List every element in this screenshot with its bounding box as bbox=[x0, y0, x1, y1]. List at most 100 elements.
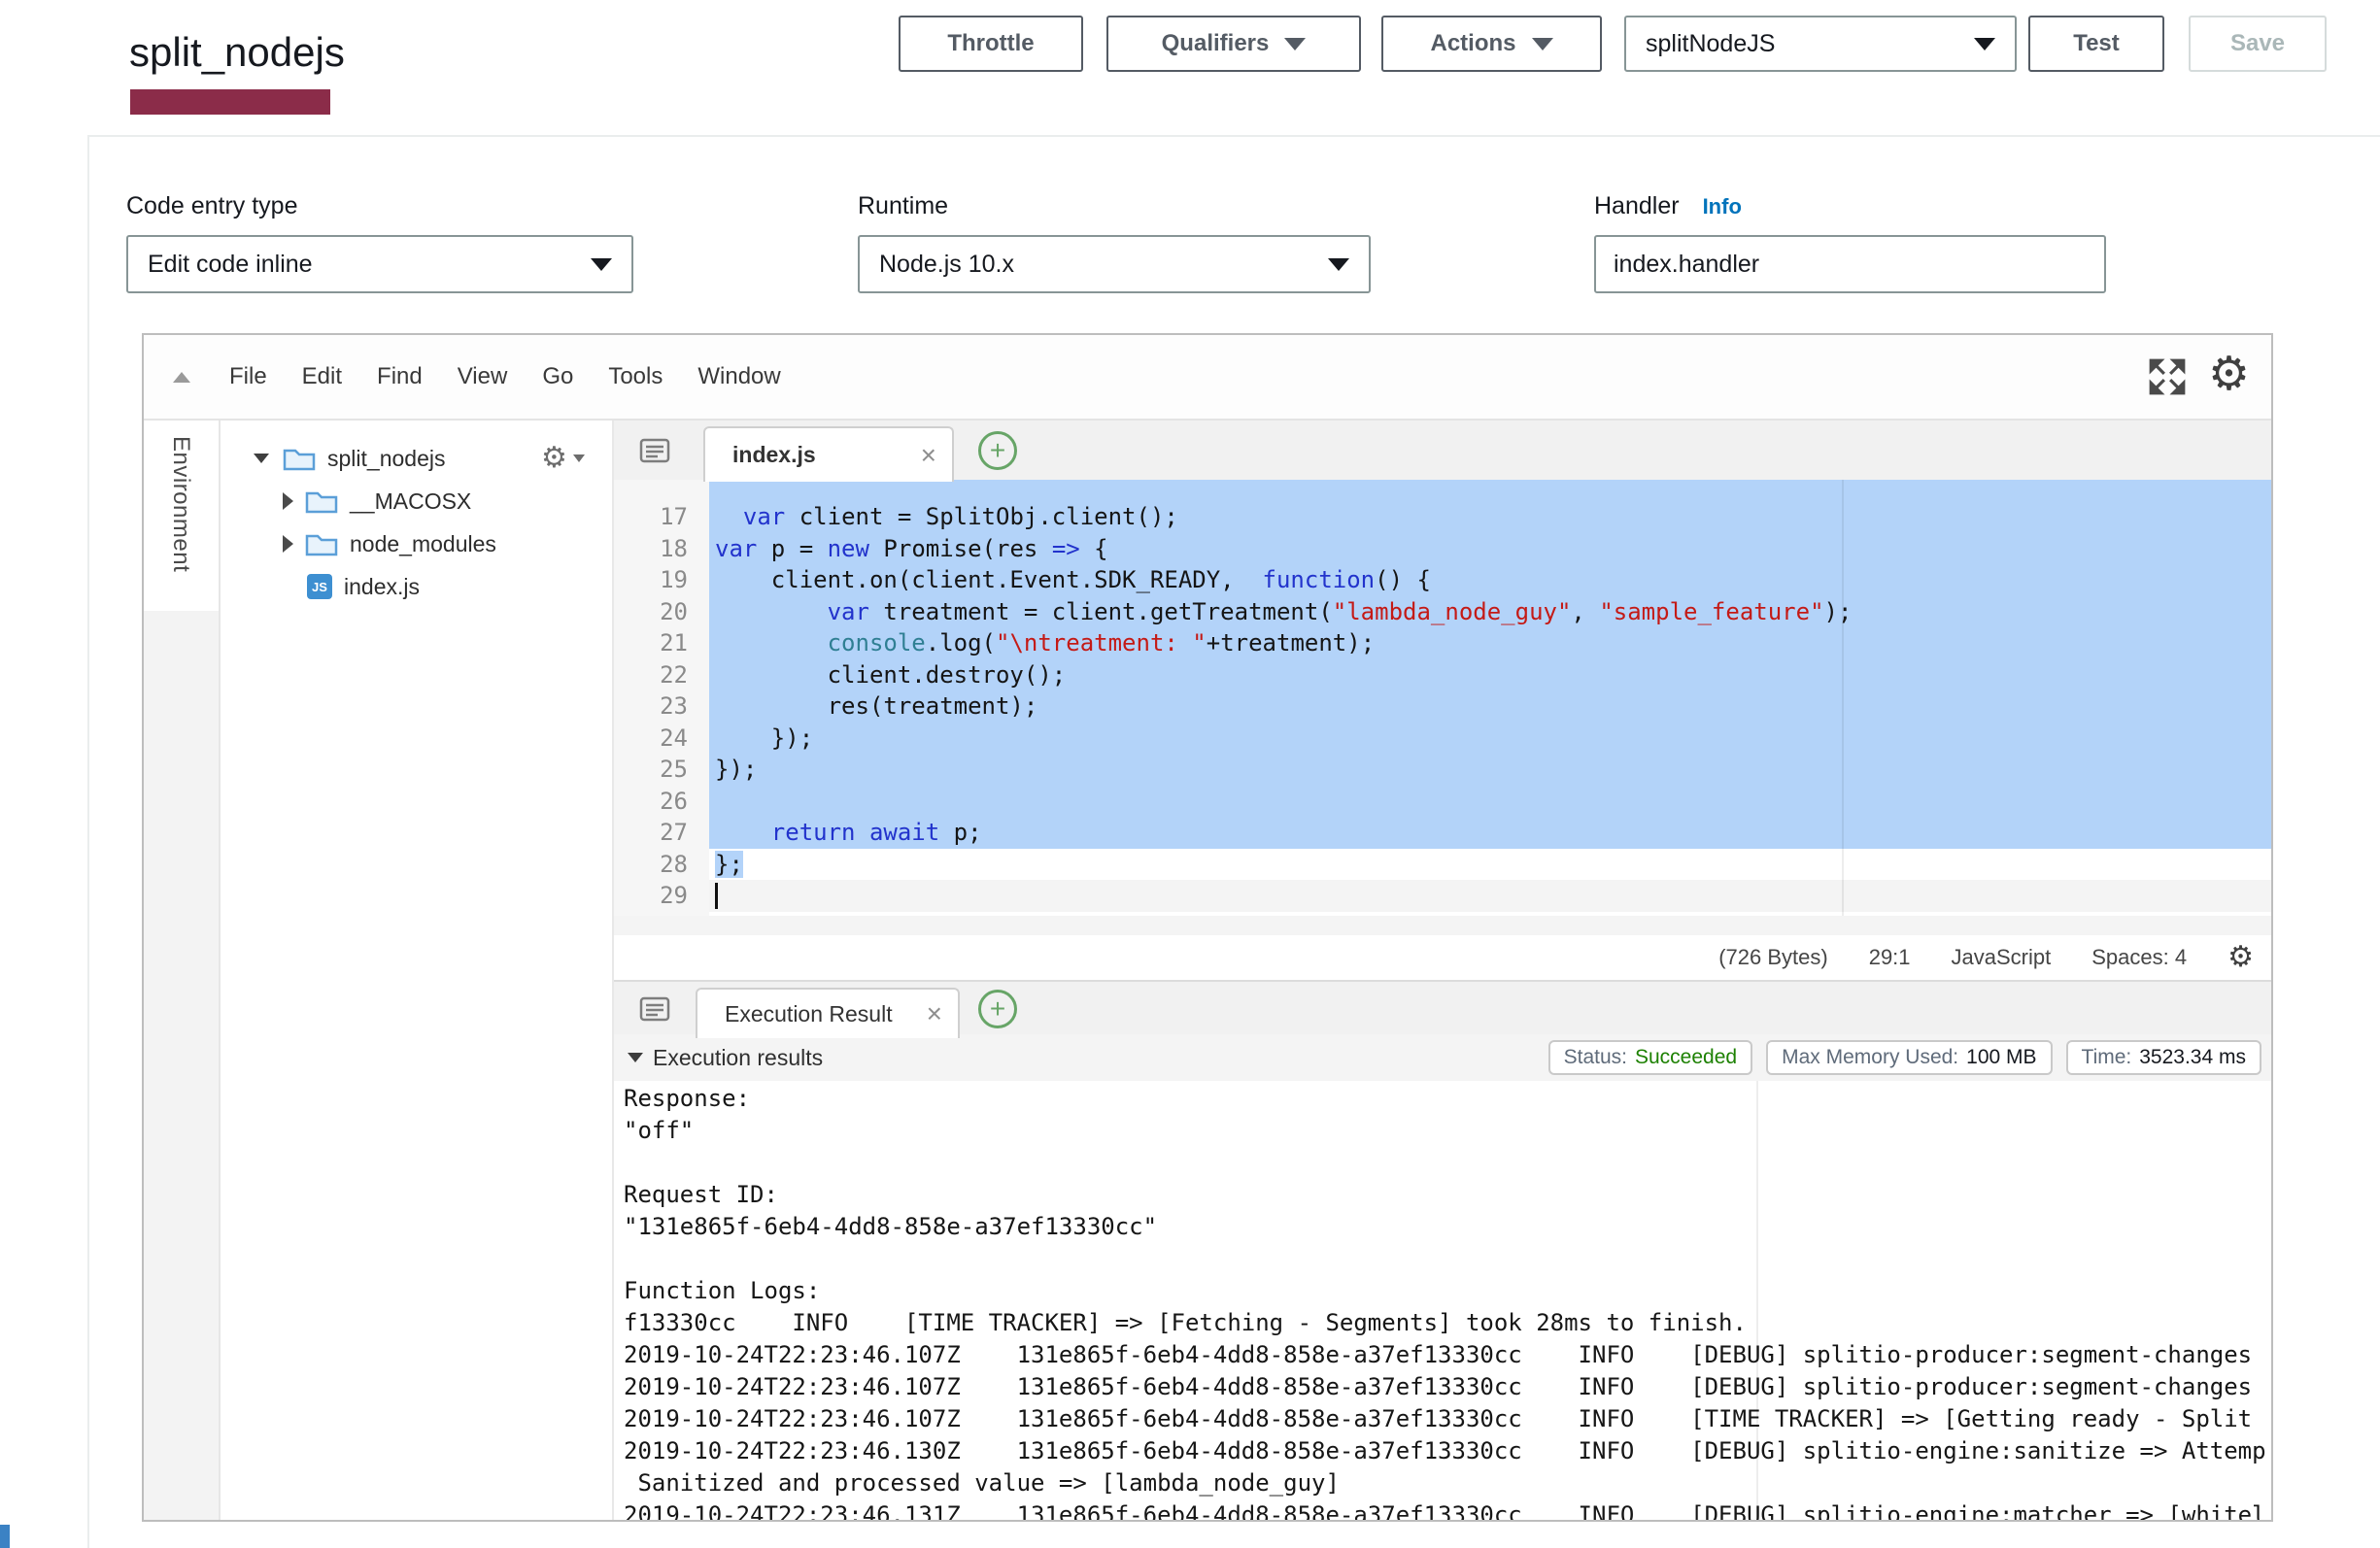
log-line: 2019-10-24T22:23:46.107Z 131e865f-6eb4-4… bbox=[614, 1371, 2271, 1403]
chevron-down-icon bbox=[1328, 258, 1349, 271]
folder-icon bbox=[305, 488, 338, 515]
spaces-status[interactable]: Spaces: 4 bbox=[2091, 945, 2187, 970]
page-title: split_nodejs bbox=[129, 29, 345, 76]
collapse-menu-icon[interactable] bbox=[173, 372, 190, 383]
tree-collapsed-icon[interactable] bbox=[283, 492, 293, 510]
code-line: res(treatment); bbox=[709, 690, 2271, 723]
tree-item-indexjs[interactable]: JS index.js bbox=[221, 565, 612, 608]
log-line: Sanitized and processed value => [lambda… bbox=[614, 1467, 2271, 1499]
menu-go[interactable]: Go bbox=[542, 363, 573, 390]
gutter-line-number[interactable]: 23 bbox=[660, 690, 688, 723]
gear-icon: ⚙ bbox=[541, 444, 567, 473]
tree-settings-control[interactable]: ⚙ bbox=[541, 444, 585, 473]
save-button[interactable]: Save bbox=[2189, 16, 2327, 72]
tree-item-split-nodejs[interactable]: split_nodejs ⚙ bbox=[221, 437, 612, 480]
runtime-select[interactable]: Node.js 10.x bbox=[858, 235, 1371, 293]
menu-window[interactable]: Window bbox=[697, 363, 780, 390]
code-line: client.on(client.Event.SDK_READY, functi… bbox=[709, 564, 2271, 596]
runtime-label: Runtime bbox=[858, 192, 948, 220]
editor-gutter: 17181920212223242526272829 bbox=[614, 480, 709, 916]
log-line: 2019-10-24T22:23:46.130Z 131e865f-6eb4-4… bbox=[614, 1435, 2271, 1467]
tree-collapsed-icon[interactable] bbox=[283, 535, 293, 553]
gutter-line-number[interactable]: 18 bbox=[660, 533, 688, 565]
new-tab-button[interactable]: + bbox=[978, 431, 1017, 470]
gutter-line-number[interactable]: 25 bbox=[660, 754, 688, 786]
tree-item-node-modules[interactable]: node_modules bbox=[221, 522, 612, 565]
menu-file[interactable]: File bbox=[229, 363, 267, 390]
code-line bbox=[709, 880, 2271, 912]
editor-settings-gear-icon[interactable]: ⚙ bbox=[2227, 943, 2254, 972]
handler-info-link[interactable]: Info bbox=[1703, 194, 1742, 219]
function-header: split_nodejs Throttle Qualifiers Actions… bbox=[0, 0, 2380, 89]
file-size-status[interactable]: (726 Bytes) bbox=[1718, 945, 1828, 970]
test-button[interactable]: Test bbox=[2028, 16, 2164, 72]
gutter-line-number[interactable]: 27 bbox=[660, 817, 688, 849]
ide-settings-gear-icon[interactable]: ⚙ bbox=[2208, 351, 2250, 397]
log-line: Response: bbox=[614, 1083, 2271, 1115]
new-tab-button[interactable]: + bbox=[978, 990, 1017, 1028]
horizontal-scrollbar[interactable] bbox=[614, 916, 2271, 935]
tree-item-label: split_nodejs bbox=[327, 446, 445, 472]
gutter-line-number[interactable]: 24 bbox=[660, 723, 688, 755]
code-entry-type-select[interactable]: Edit code inline bbox=[126, 235, 633, 293]
code-line: var p = new Promise(res => { bbox=[709, 533, 2271, 565]
memory-badge: Max Memory Used: 100 MB bbox=[1766, 1040, 2052, 1075]
log-line: "off" bbox=[614, 1115, 2271, 1147]
lambda-console: split_nodejs Throttle Qualifiers Actions… bbox=[0, 0, 2380, 1548]
test-event-select[interactable]: splitNodeJS bbox=[1624, 16, 2017, 72]
time-badge: Time: 3523.34 ms bbox=[2066, 1040, 2261, 1075]
code-line: var client = SplitObj.client(); bbox=[709, 501, 2271, 533]
execution-results-header: Execution results Status: Succeeded Max … bbox=[614, 1034, 2271, 1083]
tree-item-label: node_modules bbox=[350, 531, 496, 557]
folder-icon bbox=[305, 530, 338, 557]
cursor-position-status[interactable]: 29:1 bbox=[1869, 945, 1911, 970]
actions-button[interactable]: Actions bbox=[1381, 16, 1602, 72]
print-margin-line bbox=[1756, 1081, 1758, 1520]
tree-item-macosx[interactable]: __MACOSX bbox=[221, 480, 612, 522]
menu-tools[interactable]: Tools bbox=[608, 363, 663, 390]
menu-edit[interactable]: Edit bbox=[302, 363, 342, 390]
gutter-line-number[interactable]: 29 bbox=[660, 880, 688, 912]
code-line: }); bbox=[709, 754, 2271, 786]
test-button-label: Test bbox=[2073, 30, 2120, 57]
environment-rail[interactable]: Environment bbox=[144, 421, 221, 1520]
gutter-line-number[interactable]: 20 bbox=[660, 596, 688, 628]
throttle-button[interactable]: Throttle bbox=[899, 16, 1083, 72]
gutter-line-number[interactable]: 28 bbox=[660, 849, 688, 881]
log-line: 2019-10-24T22:23:46.107Z 131e865f-6eb4-4… bbox=[614, 1403, 2271, 1435]
tab-indexjs[interactable]: index.js × bbox=[703, 426, 954, 482]
code-area[interactable]: var client = SplitObj.client();var p = n… bbox=[709, 480, 2271, 916]
code-line: }); bbox=[709, 723, 2271, 755]
tab-execution-result[interactable]: Execution Result × bbox=[696, 988, 960, 1038]
tree-expand-icon[interactable] bbox=[254, 454, 269, 463]
close-icon[interactable]: × bbox=[921, 442, 936, 469]
close-icon[interactable]: × bbox=[927, 1000, 942, 1027]
log-line: f13330cc INFO [TIME TRACKER] => [Fetchin… bbox=[614, 1307, 2271, 1339]
menu-view[interactable]: View bbox=[458, 363, 508, 390]
language-status[interactable]: JavaScript bbox=[1952, 945, 2052, 970]
header-actions: Throttle Qualifiers Actions splitNodeJS … bbox=[899, 16, 2327, 72]
execution-results-title: Execution results bbox=[653, 1045, 823, 1071]
code-line bbox=[709, 786, 2271, 818]
menu-find[interactable]: Find bbox=[377, 363, 423, 390]
fullscreen-icon[interactable] bbox=[2147, 356, 2188, 397]
handler-input[interactable] bbox=[1594, 235, 2106, 293]
gutter-line-number[interactable]: 22 bbox=[660, 659, 688, 691]
gutter-line-number[interactable]: 21 bbox=[660, 627, 688, 659]
environment-tab-label: Environment bbox=[167, 436, 194, 572]
tab-list-icon[interactable] bbox=[639, 437, 670, 464]
scrolled-element-fragment bbox=[130, 89, 330, 115]
gutter-line-number[interactable]: 19 bbox=[660, 564, 688, 596]
gutter-line-number[interactable]: 17 bbox=[660, 501, 688, 533]
chevron-down-icon bbox=[1532, 38, 1553, 50]
gutter-line-number[interactable]: 26 bbox=[660, 786, 688, 818]
results-tab-bar: Execution Result × + bbox=[614, 980, 2271, 1038]
log-line: "131e865f-6eb4-4dd8-858e-a37ef13330cc" bbox=[614, 1211, 2271, 1243]
execution-results-toggle[interactable]: Execution results bbox=[628, 1045, 823, 1071]
qualifiers-button[interactable]: Qualifiers bbox=[1106, 16, 1361, 72]
code-line: console.log("\ntreatment: "+treatment); bbox=[709, 627, 2271, 659]
log-line: Request ID: bbox=[614, 1179, 2271, 1211]
code-editor[interactable]: 17181920212223242526272829 var client = … bbox=[614, 480, 2271, 916]
chevron-down-icon bbox=[573, 454, 585, 462]
tab-list-icon[interactable] bbox=[639, 995, 670, 1023]
